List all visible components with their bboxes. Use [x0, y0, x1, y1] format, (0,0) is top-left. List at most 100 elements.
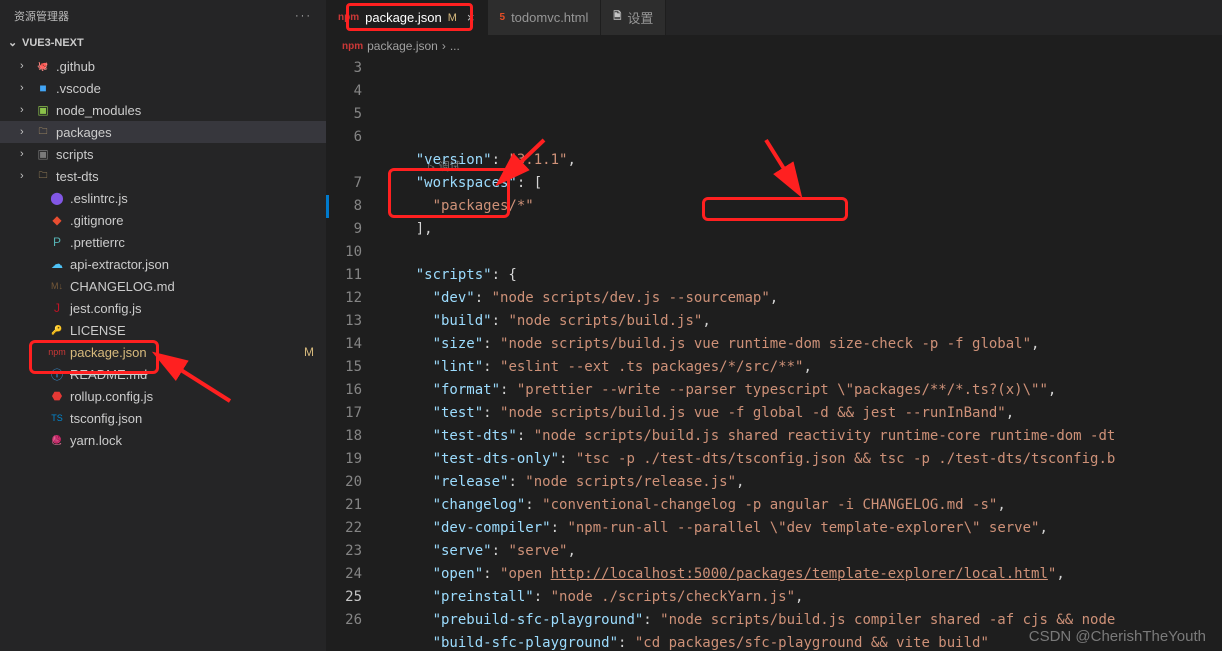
explorer-title: 资源管理器: [14, 8, 69, 24]
file-icon: ◆: [48, 213, 66, 227]
close-icon[interactable]: ×: [467, 10, 475, 25]
code-line-10[interactable]: "size": "node scripts/build.js vue runti…: [382, 333, 1222, 356]
code-line-18[interactable]: "dev-compiler": "npm-run-all --parallel …: [382, 517, 1222, 540]
file-tree: ›🐙.github›■.vscode›▣node_modules›🗀packag…: [0, 53, 326, 651]
more-actions-icon[interactable]: ···: [295, 10, 312, 22]
file-label: scripts: [56, 147, 326, 162]
project-name: VUE3-NEXT: [22, 37, 84, 49]
file-label: rollup.config.js: [70, 389, 326, 404]
code-line-14[interactable]: "test-dts": "node scripts/build.js share…: [382, 425, 1222, 448]
file-icon: 🐙: [34, 61, 52, 72]
file-label: yarn.lock: [70, 433, 326, 448]
code-line-3[interactable]: "version": "3.1.1",: [382, 149, 1222, 172]
tree-item--vscode[interactable]: ›■ .vscode: [0, 77, 326, 99]
tree-item-tsconfig-json[interactable]: TStsconfig.json: [0, 407, 326, 429]
tree-item-api-extractor-json[interactable]: ☁ api-extractor.json: [0, 253, 326, 275]
code-editor[interactable]: 3456789101112131415161718192021222324252…: [326, 57, 1222, 651]
file-icon: TS: [48, 413, 66, 423]
git-status: M: [304, 345, 314, 359]
tree-item-packages[interactable]: ›🗀 packages: [0, 121, 326, 143]
code-line-17[interactable]: "changelog": "conventional-changelog -p …: [382, 494, 1222, 517]
npm-icon: npm: [342, 41, 363, 52]
tab-label: package.json: [365, 10, 442, 25]
breadcrumb-file: package.json: [367, 39, 438, 53]
code-content[interactable]: ▷ 调试 "version": "3.1.1", "workspaces": […: [382, 57, 1222, 651]
tab-todomvc-html[interactable]: 5 todomvc.html: [488, 0, 602, 35]
tree-item--github[interactable]: ›🐙.github: [0, 55, 326, 77]
code-line-4[interactable]: "workspaces": [: [382, 172, 1222, 195]
file-icon: P: [48, 235, 66, 249]
breadcrumb-more: ...: [450, 39, 460, 53]
file-icon: 🗀: [34, 168, 52, 184]
tab-label: todomvc.html: [511, 10, 588, 25]
code-line-15[interactable]: "test-dts-only": "tsc -p ./test-dts/tsco…: [382, 448, 1222, 471]
chevron-icon: ›: [20, 82, 34, 94]
watermark: CSDN @CherishTheYouth: [1029, 628, 1206, 645]
file-icon: ⬣: [48, 389, 66, 403]
code-line-21[interactable]: "preinstall": "node ./scripts/checkYarn.…: [382, 586, 1222, 609]
tree-item-package-json[interactable]: npmpackage.jsonM: [0, 341, 326, 363]
tree-item-test-dts[interactable]: ›🗀test-dts: [0, 165, 326, 187]
file-icon: ▣: [34, 103, 52, 117]
tab-package-json[interactable]: npmpackage.jsonM×: [326, 0, 488, 35]
file-label: .prettierrc: [70, 235, 326, 250]
tree-item-node_modules[interactable]: ›▣ node_modules: [0, 99, 326, 121]
modified-marker: [326, 195, 329, 218]
code-line-16[interactable]: "release": "node scripts/release.js",: [382, 471, 1222, 494]
play-icon: ▷: [428, 155, 435, 178]
chevron-icon: ›: [20, 126, 34, 138]
file-icon: ⬤: [48, 191, 66, 205]
code-line-20[interactable]: "open": "open http://localhost:5000/pack…: [382, 563, 1222, 586]
modified-indicator: M: [448, 12, 457, 24]
editor-area: npm package.json M × 5 todomvc.html 🗎设置 npm pa…: [326, 0, 1222, 651]
tree-item-jest-config-js[interactable]: Jjest.config.js: [0, 297, 326, 319]
file-label: .eslintrc.js: [70, 191, 326, 206]
code-line-5[interactable]: "packages/*": [382, 195, 1222, 218]
debug-codelens[interactable]: ▷ 调试: [428, 155, 461, 178]
code-line-9[interactable]: "build": "node scripts/build.js",: [382, 310, 1222, 333]
file-label: packages: [56, 125, 326, 140]
file-icon: M↓: [48, 281, 66, 291]
file-label: .github: [56, 59, 326, 74]
code-line-12[interactable]: "format": "prettier --write --parser typ…: [382, 379, 1222, 402]
line-gutter: 3456789101112131415161718192021222324252…: [326, 57, 382, 651]
tab-设置[interactable]: 🗎设置: [601, 0, 666, 35]
tree-item-scripts[interactable]: ›▣scripts: [0, 143, 326, 165]
project-root[interactable]: ⌄ VUE3-NEXT: [0, 32, 326, 53]
file-label: package.json: [70, 345, 304, 360]
file-label: .vscode: [56, 81, 326, 96]
file-icon: ☁: [48, 257, 66, 271]
file-label: api-extractor.json: [70, 257, 326, 272]
code-line-7[interactable]: "scripts": {: [382, 264, 1222, 287]
file-label: jest.config.js: [70, 301, 326, 316]
file-label: README.md: [70, 367, 326, 382]
tree-item-CHANGELOG-md[interactable]: M↓ CHANGELOG.md: [0, 275, 326, 297]
tree-item-LICENSE[interactable]: 🔑LICENSE: [0, 319, 326, 341]
explorer-sidebar: 资源管理器 ··· ⌄ VUE3-NEXT ›🐙.github›■.vscode…: [0, 0, 326, 651]
breadcrumb[interactable]: npm package.json › ...: [326, 35, 1222, 57]
file-label: .gitignore: [70, 213, 326, 228]
tree-item--eslintrc-js[interactable]: ⬤ .eslintrc.js: [0, 187, 326, 209]
code-line-6[interactable]: ],: [382, 218, 1222, 241]
file-label: CHANGELOG.md: [70, 279, 326, 294]
code-line-19[interactable]: "serve": "serve",: [382, 540, 1222, 563]
file-label: node_modules: [56, 103, 326, 118]
file-icon: 🗀: [34, 124, 52, 140]
chevron-icon: ›: [20, 104, 34, 116]
code-line-13[interactable]: "test": "node scripts/build.js vue -f gl…: [382, 402, 1222, 425]
tree-item-yarn-lock[interactable]: 🧶 yarn.lock: [0, 429, 326, 451]
file-label: test-dts: [56, 169, 326, 184]
tree-item-rollup-config-js[interactable]: ⬣ rollup.config.js: [0, 385, 326, 407]
file-icon: J: [48, 301, 66, 315]
file-icon: ■: [34, 81, 52, 95]
editor-tabs: npmpackage.jsonM×5todomvc.html🗎设置: [326, 0, 1222, 35]
tree-item--gitignore[interactable]: ◆ .gitignore: [0, 209, 326, 231]
chevron-down-icon: ⌄: [8, 36, 22, 49]
file-icon: ⓘ: [48, 366, 66, 383]
file-icon: 🧶: [48, 435, 66, 446]
code-line-11[interactable]: "lint": "eslint --ext .ts packages/*/src…: [382, 356, 1222, 379]
code-line-8[interactable]: "dev": "node scripts/dev.js --sourcemap"…: [382, 287, 1222, 310]
tab-icon: 5: [500, 12, 506, 23]
tree-item-README-md[interactable]: ⓘ README.md: [0, 363, 326, 385]
tree-item--prettierrc[interactable]: P .prettierrc: [0, 231, 326, 253]
